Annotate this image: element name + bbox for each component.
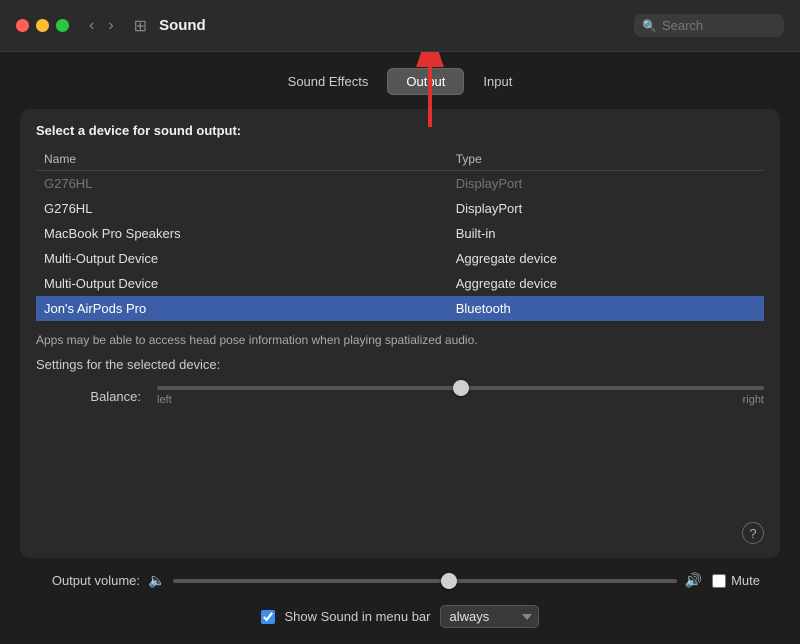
table-row[interactable]: Multi-Output DeviceAggregate device: [36, 246, 764, 271]
device-name-cell: G276HL: [36, 171, 448, 197]
main-content: Sound Effects Output Input Select a devi…: [0, 52, 800, 644]
search-input[interactable]: [662, 18, 772, 33]
tab-sound-effects[interactable]: Sound Effects: [269, 68, 388, 95]
bottom-bar: Output volume: 🔈 🔊 Mute: [20, 562, 780, 599]
close-button[interactable]: [16, 19, 29, 32]
mute-checkbox-row: Mute: [712, 573, 760, 588]
always-dropdown[interactable]: always never when active: [440, 605, 539, 628]
device-type-cell: Aggregate device: [448, 271, 764, 296]
balance-left-label: left: [157, 394, 172, 406]
table-row[interactable]: G276HLDisplayPort: [36, 171, 764, 197]
balance-row: Balance: left right: [36, 386, 764, 406]
maximize-button[interactable]: [56, 19, 69, 32]
settings-label: Settings for the selected device:: [36, 357, 764, 372]
volume-low-icon: 🔈: [148, 572, 165, 589]
table-row[interactable]: Multi-Output DeviceAggregate device: [36, 271, 764, 296]
table-row[interactable]: MacBook Pro SpeakersBuilt-in: [36, 221, 764, 246]
device-name-cell: Multi-Output Device: [36, 271, 448, 296]
device-type-cell: DisplayPort: [448, 171, 764, 197]
section-title: Select a device for sound output:: [36, 123, 764, 138]
search-icon: 🔍: [642, 19, 657, 33]
note-text: Apps may be able to access head pose inf…: [36, 331, 764, 349]
balance-right-label: right: [743, 394, 764, 406]
tab-input[interactable]: Input: [464, 68, 531, 95]
show-sound-row: Show Sound in menu bar always never when…: [20, 599, 780, 632]
device-name-cell: Jon's AirPods Pro: [36, 296, 448, 321]
device-type-cell: Built-in: [448, 221, 764, 246]
output-volume-label: Output volume:: [40, 573, 140, 588]
volume-slider[interactable]: [173, 579, 676, 583]
titlebar: ‹ › ⊞ Sound 🔍: [0, 0, 800, 52]
show-sound-checkbox[interactable]: [261, 610, 275, 624]
device-type-cell: Aggregate device: [448, 246, 764, 271]
show-sound-label: Show Sound in menu bar: [285, 609, 431, 624]
device-name-cell: G276HL: [36, 196, 448, 221]
table-row[interactable]: Jon's AirPods ProBluetooth: [36, 296, 764, 321]
minimize-button[interactable]: [36, 19, 49, 32]
traffic-lights: [16, 19, 69, 32]
balance-label: Balance:: [76, 389, 141, 404]
panel: Select a device for sound output: Name T…: [20, 109, 780, 558]
tab-output[interactable]: Output: [387, 68, 464, 95]
forward-button[interactable]: ›: [104, 16, 117, 36]
balance-slider-container: left right: [157, 386, 764, 406]
back-button[interactable]: ‹: [85, 16, 98, 36]
volume-high-icon: 🔊: [685, 572, 702, 589]
table-row[interactable]: G276HLDisplayPort: [36, 196, 764, 221]
search-bar: 🔍: [634, 14, 784, 37]
grid-icon: ⊞: [134, 16, 147, 36]
device-type-cell: DisplayPort: [448, 196, 764, 221]
col-name: Name: [36, 148, 448, 171]
help-button[interactable]: ?: [742, 522, 764, 544]
col-type: Type: [448, 148, 764, 171]
balance-slider[interactable]: [157, 386, 764, 390]
device-table: Name Type G276HLDisplayPortG276HLDisplay…: [36, 148, 764, 321]
device-name-cell: Multi-Output Device: [36, 246, 448, 271]
mute-label: Mute: [731, 573, 760, 588]
nav-buttons: ‹ ›: [85, 16, 118, 36]
mute-checkbox[interactable]: [712, 574, 726, 588]
tabs: Sound Effects Output Input: [20, 68, 780, 95]
device-type-cell: Bluetooth: [448, 296, 764, 321]
device-name-cell: MacBook Pro Speakers: [36, 221, 448, 246]
window-title: Sound: [159, 17, 622, 34]
volume-row: Output volume: 🔈 🔊: [40, 572, 702, 589]
